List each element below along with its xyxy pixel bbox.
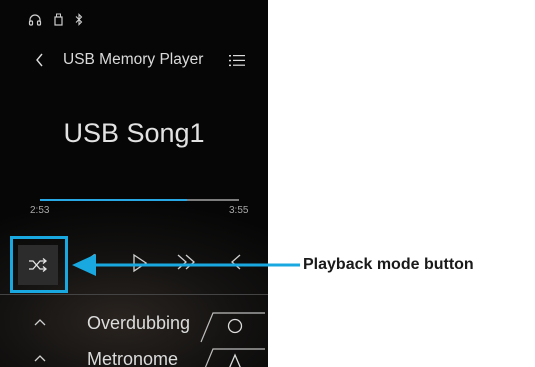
callout-label: Playback mode button (303, 256, 474, 273)
callout-arrow-icon (72, 254, 300, 276)
